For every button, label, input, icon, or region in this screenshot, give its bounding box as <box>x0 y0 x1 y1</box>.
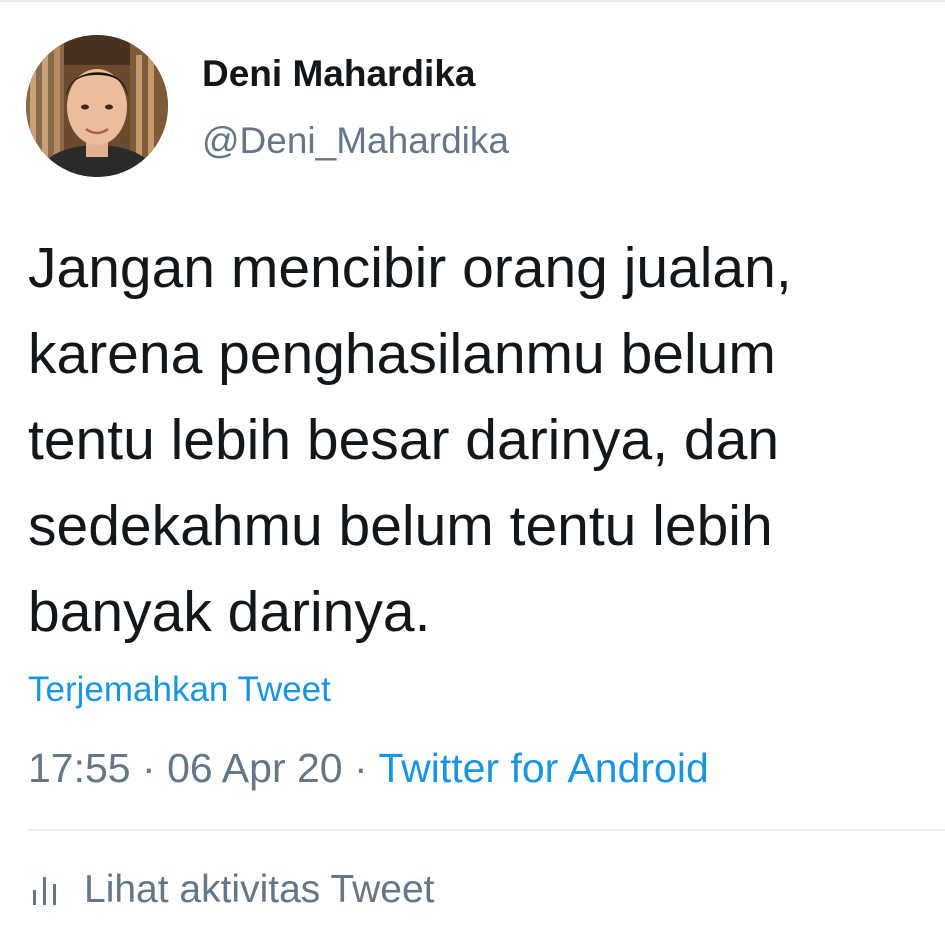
tweet-text: Jangan mencibir orang jualan, karena pen… <box>28 225 928 655</box>
divider <box>28 829 945 831</box>
avatar[interactable] <box>26 35 168 177</box>
tweet-text-line: sedekahmu belum tentu lebih <box>28 494 773 558</box>
tweet-meta: 17:55 · 06 Apr 20 · Twitter for Android <box>28 745 709 792</box>
translate-tweet-link[interactable]: Terjemahkan Tweet <box>28 670 331 710</box>
avatar-image <box>26 35 168 177</box>
meta-separator: · <box>354 745 368 791</box>
tweet-text-line: banyak darinya. <box>28 580 431 644</box>
bar-chart-icon <box>28 873 62 907</box>
view-tweet-activity-button[interactable]: Lihat aktivitas Tweet <box>28 865 434 915</box>
tweet-date: 06 Apr 20 <box>167 745 343 791</box>
tweet-text-line: karena penghasilanmu belum <box>28 322 776 386</box>
tweet-time: 17:55 <box>28 745 131 791</box>
author-handle[interactable]: @Deni_Mahardika <box>202 120 509 162</box>
tweet-text-line: Jangan mencibir orang jualan, <box>28 236 792 300</box>
tweet-text-line: tentu lebih besar darinya, dan <box>28 408 780 472</box>
author-display-name[interactable]: Deni Mahardika <box>202 53 475 95</box>
activity-label: Lihat aktivitas Tweet <box>84 868 435 911</box>
top-divider <box>0 0 945 2</box>
tweet-source-link[interactable]: Twitter for Android <box>378 745 708 791</box>
meta-separator: · <box>142 745 156 791</box>
